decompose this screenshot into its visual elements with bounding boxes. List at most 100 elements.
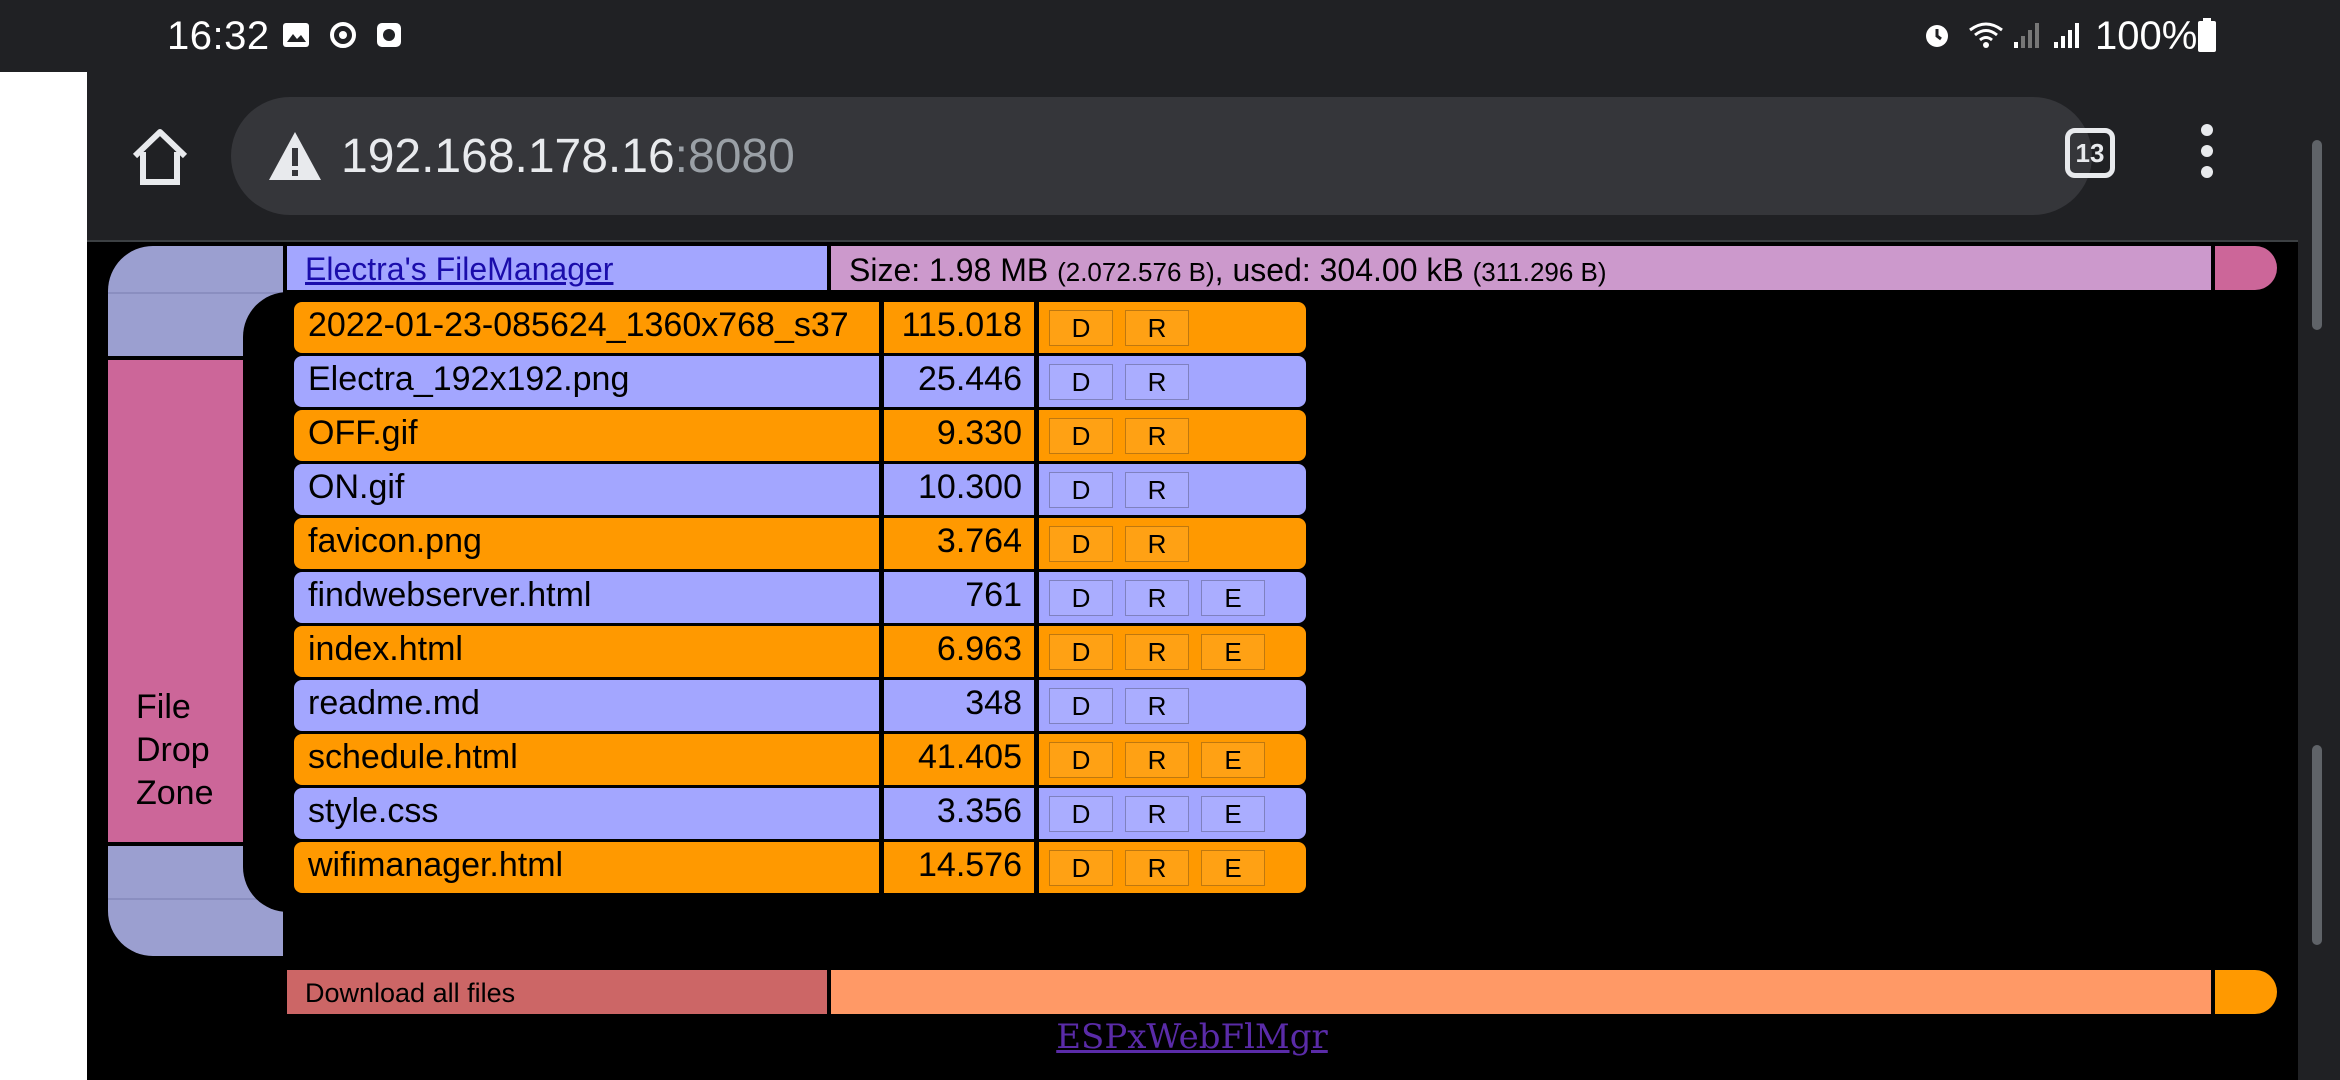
file-name[interactable]: style.css: [294, 788, 879, 839]
file-row: 2022-01-23-085624_1360x768_s37 115.018 D R: [294, 302, 1306, 353]
file-size: 3.356: [884, 788, 1034, 839]
battery-percent: 100%: [2095, 14, 2198, 58]
delete-button[interactable]: D: [1049, 418, 1113, 454]
file-actions: DR: [1039, 302, 1306, 353]
signature-link[interactable]: ESPxWebFlMgr: [87, 1017, 2297, 1057]
left-page-edge: [0, 72, 87, 1080]
delete-button[interactable]: D: [1049, 310, 1113, 346]
signal-icon-2: [2054, 23, 2079, 48]
file-actions: DRE: [1039, 842, 1306, 893]
file-name[interactable]: 2022-01-23-085624_1360x768_s37: [294, 302, 879, 353]
rename-button[interactable]: R: [1125, 796, 1189, 832]
address-bar[interactable]: 192.168.178.16:8080: [231, 97, 2092, 215]
file-name[interactable]: Electra_192x192.png: [294, 356, 879, 407]
delete-button[interactable]: D: [1049, 472, 1113, 508]
file-name[interactable]: findwebserver.html: [294, 572, 879, 623]
file-name[interactable]: ON.gif: [294, 464, 879, 515]
delete-button[interactable]: D: [1049, 634, 1113, 670]
header-end-cap: [2215, 246, 2277, 290]
file-name[interactable]: wifimanager.html: [294, 842, 879, 893]
used-label: , used: 304.00 kB: [1214, 252, 1473, 288]
file-actions: DRE: [1039, 626, 1306, 677]
footer-end-cap: [2215, 970, 2277, 1014]
warning-icon[interactable]: [267, 130, 323, 182]
image-icon: [283, 23, 309, 47]
edit-button[interactable]: E: [1201, 742, 1265, 778]
file-size: 9.330: [884, 410, 1034, 461]
edit-button[interactable]: E: [1201, 850, 1265, 886]
more-menu-icon[interactable]: [2197, 124, 2217, 184]
file-actions: DR: [1039, 356, 1306, 407]
size-label: Size: 1.98 MB: [849, 252, 1058, 288]
rename-button[interactable]: R: [1125, 310, 1189, 346]
record-icon: [377, 23, 401, 47]
file-actions: DR: [1039, 680, 1306, 731]
delete-button[interactable]: D: [1049, 796, 1113, 832]
file-name[interactable]: favicon.png: [294, 518, 879, 569]
file-name[interactable]: OFF.gif: [294, 410, 879, 461]
delete-button[interactable]: D: [1049, 742, 1113, 778]
file-drop-zone[interactable]: File Drop Zone: [108, 360, 243, 842]
file-row: wifimanager.html 14.576 D R E: [294, 842, 1306, 893]
file-size: 761: [884, 572, 1034, 623]
storage-info: Size: 1.98 MB (2.072.576 B), used: 304.0…: [849, 252, 1607, 289]
file-size: 41.405: [884, 734, 1034, 785]
file-size: 6.963: [884, 626, 1034, 677]
rename-button[interactable]: R: [1125, 526, 1189, 562]
rename-button[interactable]: R: [1125, 418, 1189, 454]
file-row: readme.md 348 D R: [294, 680, 1306, 731]
file-actions: DRE: [1039, 572, 1306, 623]
scrollbar-thumb-secondary[interactable]: [2312, 745, 2322, 945]
rename-button[interactable]: R: [1125, 472, 1189, 508]
rename-button[interactable]: R: [1125, 688, 1189, 724]
alarm-icon: [1926, 25, 1948, 47]
tab-switcher-button[interactable]: 13: [2065, 128, 2115, 178]
file-row: index.html 6.963 D R E: [294, 626, 1306, 677]
file-size: 115.018: [884, 302, 1034, 353]
delete-button[interactable]: D: [1049, 850, 1113, 886]
file-size: 10.300: [884, 464, 1034, 515]
home-icon[interactable]: [127, 124, 193, 190]
delete-button[interactable]: D: [1049, 364, 1113, 400]
delete-button[interactable]: D: [1049, 526, 1113, 562]
file-actions: DRE: [1039, 788, 1306, 839]
url-text[interactable]: 192.168.178.16:8080: [341, 129, 795, 184]
file-name[interactable]: schedule.html: [294, 734, 879, 785]
file-size: 3.764: [884, 518, 1034, 569]
filemanager-link[interactable]: Electra's FileManager: [305, 251, 613, 288]
file-name[interactable]: readme.md: [294, 680, 879, 731]
file-row: style.css 3.356 D R E: [294, 788, 1306, 839]
download-all-button[interactable]: Download all files: [287, 970, 827, 1014]
file-size: 14.576: [884, 842, 1034, 893]
status-bar: 16:32 100%: [0, 0, 2340, 72]
delete-button[interactable]: D: [1049, 688, 1113, 724]
header-title-cell: Electra's FileManager: [287, 246, 827, 290]
file-row: favicon.png 3.764 D R: [294, 518, 1306, 569]
rename-button[interactable]: R: [1125, 580, 1189, 616]
scrollbar-thumb[interactable]: [2312, 140, 2322, 330]
sync-icon: [330, 22, 356, 48]
edit-button[interactable]: E: [1201, 580, 1265, 616]
edit-button[interactable]: E: [1201, 796, 1265, 832]
url-port: :8080: [674, 130, 795, 183]
edit-button[interactable]: E: [1201, 634, 1265, 670]
drop-zone-label: File Drop Zone: [136, 688, 214, 812]
file-list: 2022-01-23-085624_1360x768_s37 115.018 D R E…: [294, 302, 1306, 896]
frame-divider: [108, 292, 283, 294]
rename-button[interactable]: R: [1125, 364, 1189, 400]
rename-button[interactable]: R: [1125, 742, 1189, 778]
file-row: OFF.gif 9.330 D R: [294, 410, 1306, 461]
file-row: schedule.html 41.405 D R E: [294, 734, 1306, 785]
rename-button[interactable]: R: [1125, 850, 1189, 886]
used-bytes: (311.296 B): [1472, 257, 1607, 287]
file-size: 25.446: [884, 356, 1034, 407]
browser-toolbar: 192.168.178.16:8080 13: [87, 72, 2298, 242]
size-bytes: (2.072.576 B): [1057, 257, 1215, 287]
wifi-icon: [1969, 22, 2003, 48]
delete-button[interactable]: D: [1049, 580, 1113, 616]
rename-button[interactable]: R: [1125, 634, 1189, 670]
page-content: Electra's FileManager Size: 1.98 MB (2.0…: [87, 242, 2298, 1080]
file-size: 348: [884, 680, 1034, 731]
file-name[interactable]: index.html: [294, 626, 879, 677]
file-row: findwebserver.html 761 D R E: [294, 572, 1306, 623]
